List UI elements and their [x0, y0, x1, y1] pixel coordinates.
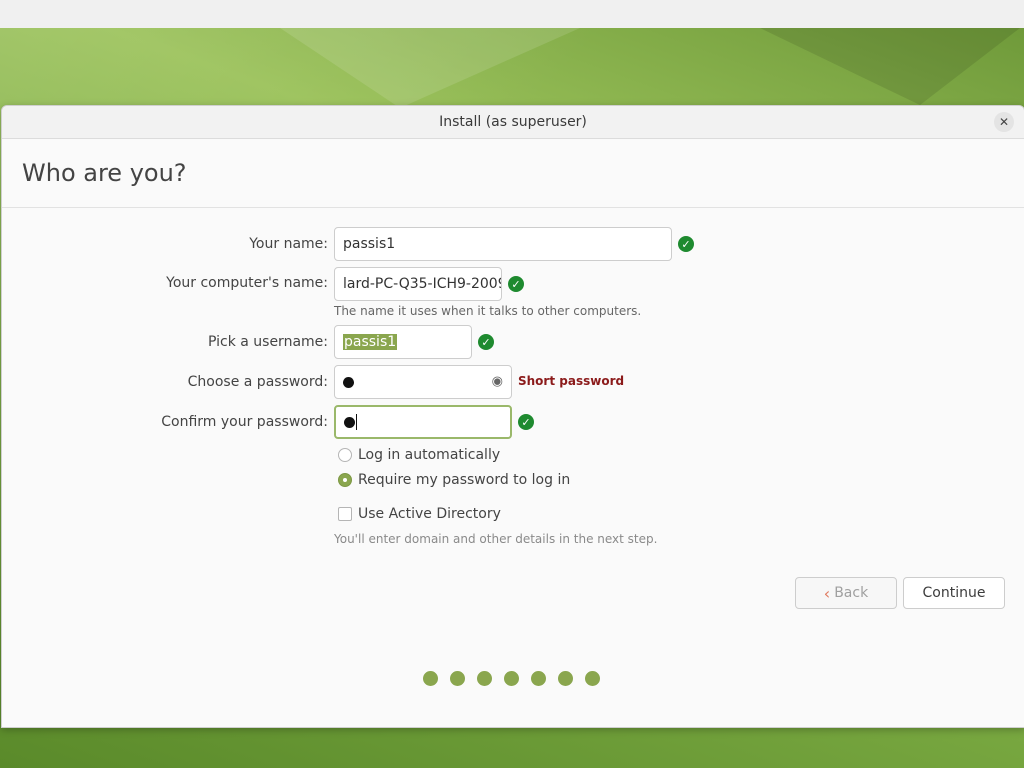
- top-panel: [0, 0, 1024, 29]
- check-icon: ✓: [508, 276, 524, 292]
- computer-name-input[interactable]: lard-PC-Q35-ICH9-2009: [334, 267, 502, 301]
- active-directory-label: Use Active Directory: [358, 506, 501, 522]
- page-title: Who are you?: [22, 159, 187, 187]
- username-input[interactable]: passis1: [334, 325, 472, 359]
- require-password-radio[interactable]: [338, 473, 352, 487]
- login-auto-radio[interactable]: [338, 448, 352, 462]
- login-auto-option[interactable]: Log in automatically: [338, 447, 500, 463]
- check-icon: ✓: [678, 236, 694, 252]
- password-label: Choose a password:: [187, 374, 328, 390]
- progress-indicator: [423, 671, 600, 686]
- progress-dot: [558, 671, 573, 686]
- your-name-value: passis1: [343, 236, 396, 252]
- eye-icon[interactable]: ◉: [492, 374, 503, 389]
- password-input[interactable]: ◉: [334, 365, 512, 399]
- password-dot: [343, 376, 354, 388]
- continue-button[interactable]: Continue: [903, 577, 1005, 609]
- progress-dot: [504, 671, 519, 686]
- text-caret: [356, 414, 357, 430]
- computer-name-value: lard-PC-Q35-ICH9-2009: [343, 276, 502, 292]
- wallpaper-shape: [760, 28, 1020, 105]
- check-icon: ✓: [518, 414, 534, 430]
- progress-dot: [477, 671, 492, 686]
- password-dot: [344, 416, 355, 428]
- active-directory-option[interactable]: Use Active Directory: [338, 506, 501, 522]
- progress-dot: [585, 671, 600, 686]
- computer-name-hint: The name it uses when it talks to other …: [334, 304, 642, 318]
- require-password-label: Require my password to log in: [358, 472, 571, 488]
- progress-dot: [450, 671, 465, 686]
- check-icon: ✓: [478, 334, 494, 350]
- wallpaper-shape: [280, 28, 580, 108]
- back-button[interactable]: ‹ Back: [795, 577, 897, 609]
- confirm-password-input[interactable]: [334, 405, 512, 439]
- confirm-password-label: Confirm your password:: [161, 414, 328, 430]
- close-icon[interactable]: ✕: [994, 112, 1014, 132]
- progress-dot: [531, 671, 546, 686]
- password-strength: Short password: [518, 374, 625, 388]
- your-name-input[interactable]: passis1: [334, 227, 672, 261]
- login-auto-label: Log in automatically: [358, 447, 501, 463]
- back-label: Back: [834, 585, 869, 601]
- computer-name-label: Your computer's name:: [166, 275, 328, 291]
- username-value: passis1: [343, 334, 398, 350]
- chevron-left-icon: ‹: [823, 583, 831, 603]
- page-header: Who are you?: [2, 139, 1024, 208]
- active-directory-checkbox[interactable]: [338, 507, 352, 521]
- progress-dot: [423, 671, 438, 686]
- your-name-label: Your name:: [249, 236, 328, 252]
- continue-label: Continue: [922, 585, 986, 601]
- username-label: Pick a username:: [207, 334, 328, 350]
- require-password-option[interactable]: Require my password to log in: [338, 472, 570, 488]
- active-directory-hint: You'll enter domain and other details in…: [334, 532, 658, 546]
- title-bar[interactable]: Install (as superuser) ✕: [2, 106, 1024, 139]
- window-title: Install (as superuser): [439, 114, 587, 130]
